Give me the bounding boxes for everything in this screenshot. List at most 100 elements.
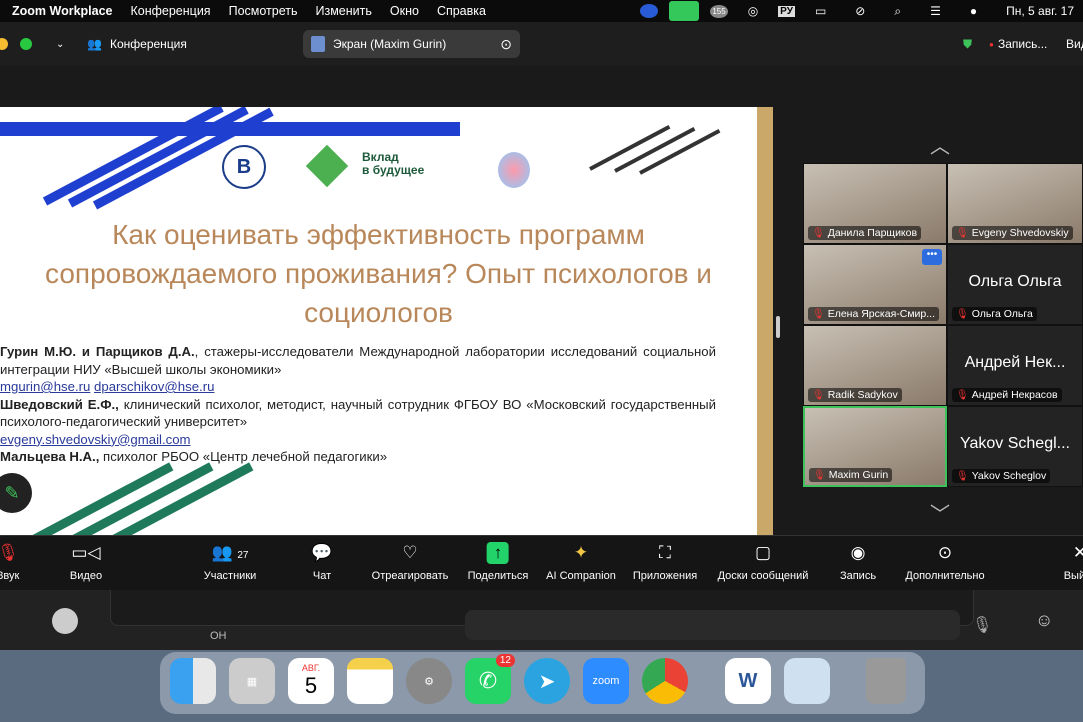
minimize-button[interactable] bbox=[0, 38, 8, 50]
chevron-up-icon[interactable]: ︿ bbox=[930, 130, 950, 159]
leave-button[interactable]: ✕Выйти bbox=[1064, 542, 1083, 582]
participant-tile[interactable]: 🎙 Данила Парщиков bbox=[803, 163, 947, 244]
airdrop-icon[interactable]: ◎ bbox=[739, 4, 767, 18]
preview-icon[interactable] bbox=[784, 658, 830, 704]
whiteboard-icon: ▢ bbox=[754, 543, 772, 562]
mic-muted-icon: 🎙 bbox=[812, 308, 825, 320]
record-icon: ◉ bbox=[850, 543, 866, 562]
microphone-icon[interactable]: 🎙 bbox=[972, 615, 992, 635]
mic-muted-icon: 🎙 bbox=[813, 469, 826, 481]
ai-companion-button[interactable]: ✦ AI Companion bbox=[546, 542, 616, 582]
chevron-down-icon[interactable]: ﹀ bbox=[930, 498, 950, 527]
recording-dot-icon: ● bbox=[989, 39, 994, 49]
author-desc: психолог РБОО «Центр лечебной педагогики… bbox=[99, 449, 388, 464]
participant-name: Ольга Ольга bbox=[971, 308, 1033, 320]
message-input[interactable] bbox=[465, 610, 960, 640]
participant-name: Evgeny Shvedovskiy bbox=[971, 227, 1069, 239]
whatsapp-icon[interactable]: ✆ 12 bbox=[465, 654, 515, 704]
recording-status[interactable]: Запись... bbox=[998, 37, 1047, 51]
email-link[interactable]: dparschikov@hse.ru bbox=[94, 379, 214, 394]
vklad-logo bbox=[305, 144, 349, 188]
control-center-icon[interactable]: ☰ bbox=[921, 4, 950, 18]
mic-muted-icon: 🎙 bbox=[956, 389, 969, 401]
participant-tile[interactable]: 🎙 Елена Ярская-Смир... ••• bbox=[803, 244, 947, 325]
menu-item[interactable]: Окно bbox=[381, 4, 428, 18]
chat-icon: 💬 bbox=[311, 543, 333, 562]
author-name: Мальцева Н.А., bbox=[0, 449, 100, 464]
participant-name: Maxim Gurin bbox=[828, 469, 889, 481]
menu-app[interactable]: Zoom Workplace bbox=[0, 4, 121, 18]
notification-badge: 12 bbox=[495, 654, 515, 667]
zoom-app-icon[interactable]: zoom bbox=[583, 658, 629, 704]
background-window: ОН 🎙 ☺ bbox=[0, 590, 1083, 650]
trash-icon[interactable] bbox=[866, 658, 906, 704]
calendar-icon[interactable]: АВГ. 5 bbox=[288, 658, 334, 704]
more-icon[interactable]: ••• bbox=[922, 249, 942, 265]
system-settings-icon[interactable]: ⚙ bbox=[406, 658, 452, 704]
participant-tile[interactable]: Андрей Нек... 🎙 Андрей Некрасов bbox=[947, 325, 1083, 406]
menu-bar: Zoom Workplace Конференция Посмотреть Из… bbox=[0, 0, 1083, 22]
finder-icon[interactable] bbox=[170, 658, 216, 704]
chrome-icon[interactable] bbox=[642, 658, 688, 704]
shield-icon[interactable]: ⛊ bbox=[963, 37, 972, 52]
view-button[interactable]: Вид bbox=[1066, 37, 1083, 51]
participant-tile[interactable]: Yakov Schegl... 🎙 Yakov Scheglov bbox=[947, 406, 1083, 487]
menu-item[interactable]: Посмотреть bbox=[220, 4, 307, 18]
whiteboards-button[interactable]: ▢ Доски сообщений bbox=[718, 542, 809, 582]
video-button[interactable]: ▭◁ Видео bbox=[70, 542, 102, 582]
meeting-icon: 👥 bbox=[87, 37, 102, 51]
participant-label: 🎙 Данила Парщиков bbox=[808, 226, 922, 240]
menu-item[interactable]: Конференция bbox=[121, 4, 219, 18]
participant-label: 🎙 Андрей Некрасов bbox=[952, 388, 1062, 402]
keyboard-layout[interactable]: РУ bbox=[778, 5, 795, 17]
author-name: Гурин М.Ю. и Парщиков Д.А. bbox=[0, 344, 195, 359]
share-screen-icon: ↑ bbox=[487, 542, 509, 564]
camera-icon[interactable] bbox=[669, 1, 700, 21]
clock[interactable]: Пн, 5 авг. 17 bbox=[997, 4, 1083, 18]
participant-tile[interactable]: 🎙 Evgeny Shvedovskiy bbox=[947, 163, 1083, 244]
telegram-icon[interactable]: ➤ bbox=[524, 658, 570, 704]
badge-icon[interactable]: 155 bbox=[710, 4, 728, 18]
mic-muted-icon: 🎙 bbox=[0, 543, 19, 562]
screen-share-label: Экран (Maxim Gurin) bbox=[333, 37, 447, 51]
launchpad-icon[interactable]: ▦ bbox=[229, 658, 275, 704]
leave-icon: ✕ bbox=[1072, 543, 1083, 562]
participants-icon: 👥 27 bbox=[211, 543, 249, 562]
chevron-down-icon[interactable]: ⌄ bbox=[56, 39, 64, 50]
search-icon[interactable]: ⌕ bbox=[885, 4, 910, 19]
notes-icon[interactable] bbox=[347, 658, 393, 704]
meeting-label[interactable]: Конференция bbox=[110, 37, 187, 51]
chat-status: ОН bbox=[210, 630, 227, 642]
zoom-status-icon[interactable] bbox=[640, 4, 659, 18]
sparkle-icon: ✦ bbox=[573, 543, 589, 562]
react-button[interactable]: ♡ Отреагировать bbox=[372, 542, 449, 582]
participants-button[interactable]: 👥 27 Участники bbox=[204, 542, 257, 582]
participant-tile[interactable]: 🎙 Radik Sadykov bbox=[803, 325, 947, 406]
more-icon[interactable]: ⊙ bbox=[500, 36, 512, 53]
link-icon[interactable]: ⊘ bbox=[846, 4, 874, 18]
mic-muted-icon: 🎙 bbox=[956, 227, 969, 239]
menu-item[interactable]: Справка bbox=[428, 4, 495, 18]
share-button[interactable]: ↑ Поделиться bbox=[468, 542, 528, 582]
participant-label: 🎙 Evgeny Shvedovskiy bbox=[952, 226, 1073, 240]
meeting-area: В Вклад в будущее Как оценивать эффективн… bbox=[0, 66, 1083, 535]
email-link[interactable]: evgeny.shvedovskiy@gmail.com bbox=[0, 432, 191, 447]
participant-tile[interactable]: Ольга Ольга 🎙 Ольга Ольга bbox=[947, 244, 1083, 325]
record-button[interactable]: ◉ Запись bbox=[840, 542, 876, 582]
chat-button[interactable]: 💬 Чат bbox=[311, 542, 332, 582]
apps-icon: ⛶ bbox=[659, 543, 671, 562]
participant-tile[interactable]: 🎙 Maxim Gurin bbox=[803, 406, 947, 487]
participant-label: 🎙 Yakov Scheglov bbox=[952, 469, 1051, 483]
more-button[interactable]: ⊙ Дополнительно bbox=[905, 542, 984, 582]
apps-button[interactable]: ⛶ Приложения bbox=[633, 542, 697, 582]
word-icon[interactable]: W bbox=[725, 658, 771, 704]
siri-icon[interactable]: ● bbox=[961, 4, 986, 18]
split-resize-handle[interactable] bbox=[776, 316, 780, 338]
sticker-icon[interactable]: ☺ bbox=[1035, 610, 1053, 631]
menu-item[interactable]: Изменить bbox=[307, 4, 381, 18]
audio-button[interactable]: 🎙 Звук bbox=[0, 542, 19, 582]
screen-share-pill[interactable]: Экран (Maxim Gurin) ⊙ bbox=[303, 30, 520, 58]
zoom-button[interactable] bbox=[20, 38, 32, 50]
battery-icon[interactable]: ▭ bbox=[806, 4, 835, 18]
email-link[interactable]: mgurin@hse.ru bbox=[0, 379, 90, 394]
